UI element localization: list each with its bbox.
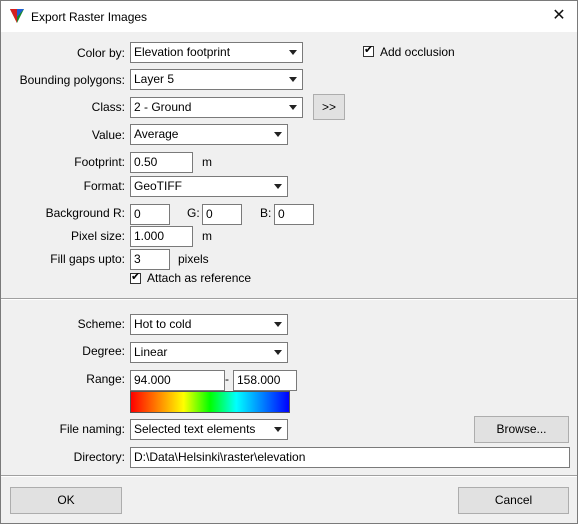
background-b-label: B:: [260, 206, 272, 220]
browse-button[interactable]: Browse...: [474, 416, 569, 443]
app-icon: [10, 9, 24, 23]
format-dropdown[interactable]: GeoTIFF: [130, 176, 288, 197]
scheme-value: Hot to cold: [134, 317, 192, 331]
range-max-input[interactable]: 158.000: [233, 370, 297, 391]
footer-divider: [1, 475, 577, 477]
background-g-value: 0: [206, 207, 213, 221]
background-r-input[interactable]: 0: [130, 204, 170, 225]
chevron-down-icon: [289, 105, 297, 110]
degree-label: Degree:: [82, 344, 125, 358]
color-by-label: Color by:: [76, 46, 125, 60]
section-divider: [1, 298, 577, 300]
class-label: Class:: [91, 100, 125, 114]
degree-dropdown[interactable]: Linear: [130, 342, 288, 363]
file-naming-value: Selected text elements: [134, 422, 256, 436]
bounding-polygons-label: Bounding polygons:: [19, 73, 125, 87]
background-g-input[interactable]: 0: [202, 204, 242, 225]
directory-value: D:\Data\Helsinki\raster\elevation: [134, 450, 306, 464]
value-value: Average: [134, 127, 179, 141]
chevron-down-icon: [274, 350, 282, 355]
ok-button[interactable]: OK: [10, 487, 122, 514]
bounding-polygons-value: Layer 5: [134, 72, 175, 86]
fill-gaps-label: Fill gaps upto:: [50, 252, 125, 266]
format-value: GeoTIFF: [134, 179, 183, 193]
background-g-label: G:: [187, 206, 200, 220]
format-label: Format:: [83, 179, 125, 193]
pixel-size-unit: m: [202, 229, 212, 243]
chevron-down-icon: [274, 132, 282, 137]
directory-label: Directory:: [73, 450, 125, 464]
value-dropdown[interactable]: Average: [130, 124, 288, 145]
file-naming-label: File naming:: [59, 422, 125, 436]
range-label: Range:: [86, 372, 125, 386]
pixel-size-input[interactable]: 1.000: [130, 226, 193, 247]
export-raster-images-dialog: Export Raster Images ✕ Color by: Elevati…: [0, 0, 578, 524]
chevron-down-icon: [274, 322, 282, 327]
fill-gaps-input[interactable]: 3: [130, 249, 170, 270]
directory-input[interactable]: D:\Data\Helsinki\raster\elevation: [130, 447, 570, 468]
scheme-label: Scheme:: [77, 317, 125, 331]
close-icon[interactable]: ✕: [549, 6, 569, 26]
attach-reference-checkbox[interactable]: ✔: [130, 271, 141, 284]
cancel-button[interactable]: Cancel: [458, 487, 569, 514]
footprint-unit: m: [202, 155, 212, 169]
color-scheme-gradient: [130, 391, 290, 413]
pixel-size-label: Pixel size:: [70, 229, 125, 243]
chevron-down-icon: [274, 184, 282, 189]
footprint-label: Footprint:: [74, 155, 125, 169]
background-b-input[interactable]: 0: [274, 204, 314, 225]
color-by-dropdown[interactable]: Elevation footprint: [130, 42, 303, 63]
footprint-input[interactable]: 0.50: [130, 152, 193, 173]
class-picker-button[interactable]: >>: [313, 94, 345, 120]
background-b-value: 0: [278, 207, 285, 221]
range-dash: -: [225, 372, 229, 386]
add-occlusion-label: Add occlusion: [380, 45, 455, 59]
range-max-value: 158.000: [237, 373, 281, 387]
color-by-value: Elevation footprint: [134, 45, 231, 59]
pixel-size-value: 1.000: [134, 229, 165, 243]
fill-gaps-value: 3: [134, 252, 141, 266]
range-min-value: 94.000: [134, 373, 171, 387]
background-r-label: Background R:: [45, 206, 125, 220]
class-dropdown[interactable]: 2 - Ground: [130, 97, 303, 118]
chevron-down-icon: [289, 77, 297, 82]
file-naming-dropdown[interactable]: Selected text elements: [130, 419, 288, 440]
chevron-down-icon: [274, 427, 282, 432]
degree-value: Linear: [134, 345, 168, 359]
range-min-input[interactable]: 94.000: [130, 370, 225, 391]
checkmark-icon: ✔: [364, 44, 374, 56]
window-title: Export Raster Images: [31, 10, 148, 24]
add-occlusion-checkbox[interactable]: ✔: [363, 44, 374, 57]
attach-reference-label: Attach as reference: [147, 271, 252, 285]
footprint-value: 0.50: [134, 155, 158, 169]
fill-gaps-unit: pixels: [178, 252, 209, 266]
value-label: Value:: [91, 128, 125, 142]
bounding-polygons-dropdown[interactable]: Layer 5: [130, 69, 303, 90]
title-bar: Export Raster Images ✕: [1, 1, 577, 32]
checkmark-icon: ✔: [131, 271, 141, 283]
background-r-value: 0: [134, 207, 141, 221]
class-value: 2 - Ground: [134, 100, 192, 114]
chevron-down-icon: [289, 50, 297, 55]
scheme-dropdown[interactable]: Hot to cold: [130, 314, 288, 335]
